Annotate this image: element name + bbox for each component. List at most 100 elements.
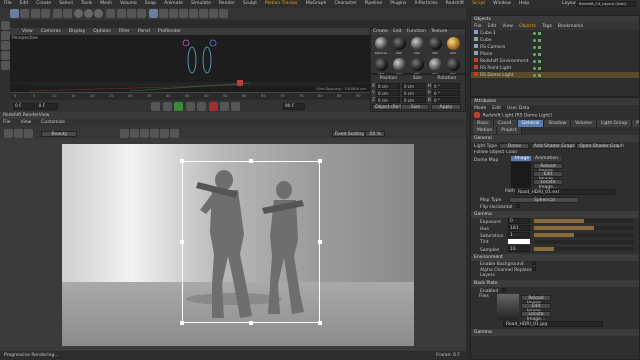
gamma-value-field[interactable]: 181 (508, 225, 530, 231)
material-menu-function[interactable]: Function (407, 29, 426, 34)
check-icon[interactable] (538, 46, 541, 49)
layout-select[interactable]: Redshift_C4_Layout (User) (576, 1, 636, 7)
rv-fit-icon[interactable] (130, 129, 140, 138)
viewport-menu-filter[interactable]: Filter (119, 29, 130, 34)
visibility-dots-icon[interactable] (533, 67, 536, 70)
attributes-menu-mode[interactable]: Mode (474, 106, 486, 111)
gamma-value-field[interactable]: 0 (508, 218, 530, 224)
objects-menu-bookmarks[interactable]: Bookmarks (558, 24, 583, 29)
backplate-edit-button[interactable]: Edit Image... (521, 303, 551, 314)
render-settings-icon[interactable] (137, 9, 147, 18)
rv-play-icon[interactable] (4, 129, 13, 138)
gamma-slider[interactable] (534, 239, 634, 244)
viewport[interactable]: Perspective Grid Spacing : 100000 cm (10, 35, 370, 92)
menu-plugins[interactable]: Plugins (390, 1, 406, 6)
objects-menu-objects[interactable]: Objects (519, 24, 536, 29)
coord-rotation-field[interactable]: 0 ° (432, 97, 460, 103)
rv-compare-icon[interactable] (140, 129, 150, 138)
objects-menu-file[interactable]: File (474, 24, 482, 29)
check-icon[interactable] (538, 53, 541, 56)
attr-tab-light-group[interactable]: Light Group (596, 120, 633, 127)
gamma-value-field[interactable]: 16 (508, 246, 530, 252)
region-handle-ml[interactable] (180, 240, 184, 244)
timeline[interactable]: 0 5 10 15 20 25 30 35 40 45 50 55 60 65 70 75 80 85 90 (10, 92, 370, 100)
coord-size-field[interactable]: 0 cm (402, 97, 426, 103)
attr-tab-basic[interactable]: Basic (473, 120, 494, 127)
coord-size-select[interactable]: Size (401, 104, 430, 110)
render-view-menu-customize[interactable]: Customize (41, 120, 65, 125)
reload-image-button[interactable]: Reload Image... (533, 163, 563, 174)
light-icon[interactable] (218, 9, 228, 18)
mode-model-icon[interactable] (1, 21, 10, 30)
objects-menu-tags[interactable]: Tags (542, 24, 552, 29)
gamma-slider[interactable] (534, 219, 634, 223)
object-row[interactable]: RS Point Light (471, 65, 639, 72)
menu-render[interactable]: Render (219, 1, 235, 6)
backplate-path-field[interactable]: Road_HDRI_01.jpg (503, 321, 603, 327)
object-row[interactable]: RS Camera (471, 44, 639, 51)
check-icon[interactable] (538, 67, 541, 70)
check-icon[interactable] (538, 74, 541, 77)
pen-icon[interactable] (158, 9, 168, 18)
attr-tab-shadow[interactable]: Shadow (544, 120, 572, 127)
z-axis-icon[interactable] (94, 9, 104, 18)
gamma-value-field[interactable]: 1 (508, 232, 530, 238)
check-icon[interactable] (538, 32, 541, 35)
region-handle-mr[interactable] (318, 240, 322, 244)
menu-motion-tracker[interactable]: Motion Tracker (265, 1, 298, 6)
rv-exposure-icon[interactable] (160, 129, 170, 138)
rv-stop-icon[interactable] (14, 129, 23, 138)
gamma2-section-header[interactable]: Gamma (471, 329, 639, 336)
gamma-slider[interactable] (534, 226, 634, 230)
scale-icon[interactable] (52, 9, 62, 18)
select-icon[interactable] (31, 9, 41, 18)
material-menu-create[interactable]: Create (373, 29, 388, 34)
region-handle-tr[interactable] (318, 159, 322, 163)
gamma-slider[interactable] (534, 247, 634, 251)
menu-volume[interactable]: Volume (120, 1, 137, 6)
aov-select[interactable]: Beauty (41, 131, 78, 137)
environment-checkbox[interactable] (532, 261, 536, 265)
attributes-menu-user-data[interactable]: User Data (507, 106, 529, 111)
menu-pipeline[interactable]: Pipeline (365, 1, 383, 6)
menu-simulate[interactable]: Simulate (191, 1, 211, 6)
visibility-dots-icon[interactable] (533, 53, 536, 56)
menu-select[interactable]: Select (59, 1, 73, 6)
menu-create[interactable]: Create (36, 1, 51, 6)
objects-menu-edit[interactable]: Edit (488, 24, 497, 29)
redo-icon[interactable] (20, 9, 29, 18)
autokey-icon[interactable] (219, 102, 229, 111)
visibility-dots-icon[interactable] (533, 46, 536, 49)
gamma-slider[interactable] (534, 233, 634, 237)
mode-polygons-icon[interactable] (1, 61, 10, 70)
check-icon[interactable] (538, 60, 541, 63)
gamma-section-header[interactable]: Gamma (471, 211, 639, 218)
mode-points-icon[interactable] (1, 41, 10, 50)
render-icon[interactable] (127, 9, 137, 18)
menu-redshift[interactable]: Redshift (446, 1, 464, 6)
attr-tab-volume[interactable]: Volume (571, 120, 597, 127)
menu-snap[interactable]: Snap (145, 1, 156, 6)
start-frame-field[interactable]: 0 F (13, 103, 35, 110)
visibility-dots-icon[interactable] (533, 60, 536, 63)
environment-section-header[interactable]: Environment (471, 254, 639, 261)
material-menu-texture[interactable]: Texture (431, 29, 447, 34)
dome-tab-animation[interactable]: Animation (531, 156, 563, 161)
open-shader-graph-button[interactable]: Open Shader Graph (576, 143, 624, 149)
viewport-menu-view[interactable]: View (22, 29, 33, 34)
goto-end-icon[interactable] (197, 102, 207, 111)
attr-tab-coord-[interactable]: Coord. (493, 120, 518, 127)
objects-menu-view[interactable]: View (502, 24, 513, 29)
render-view-menu-view[interactable]: View (21, 120, 32, 125)
object-row[interactable]: Redshift Environment (471, 58, 639, 65)
floor-icon[interactable] (198, 9, 208, 18)
backplate-reload-button[interactable]: Reload Image... (521, 295, 551, 306)
check-icon[interactable] (538, 39, 541, 42)
region-handle-bm[interactable] (249, 321, 253, 325)
general-section-header[interactable]: General (471, 135, 639, 142)
menu-mesh[interactable]: Mesh (100, 1, 112, 6)
object-row[interactable]: Cube (471, 37, 639, 44)
region-handle-tl[interactable] (180, 159, 184, 163)
attr-tab-project[interactable]: Project (497, 127, 522, 134)
current-frame-field[interactable]: 0 F (36, 103, 59, 110)
